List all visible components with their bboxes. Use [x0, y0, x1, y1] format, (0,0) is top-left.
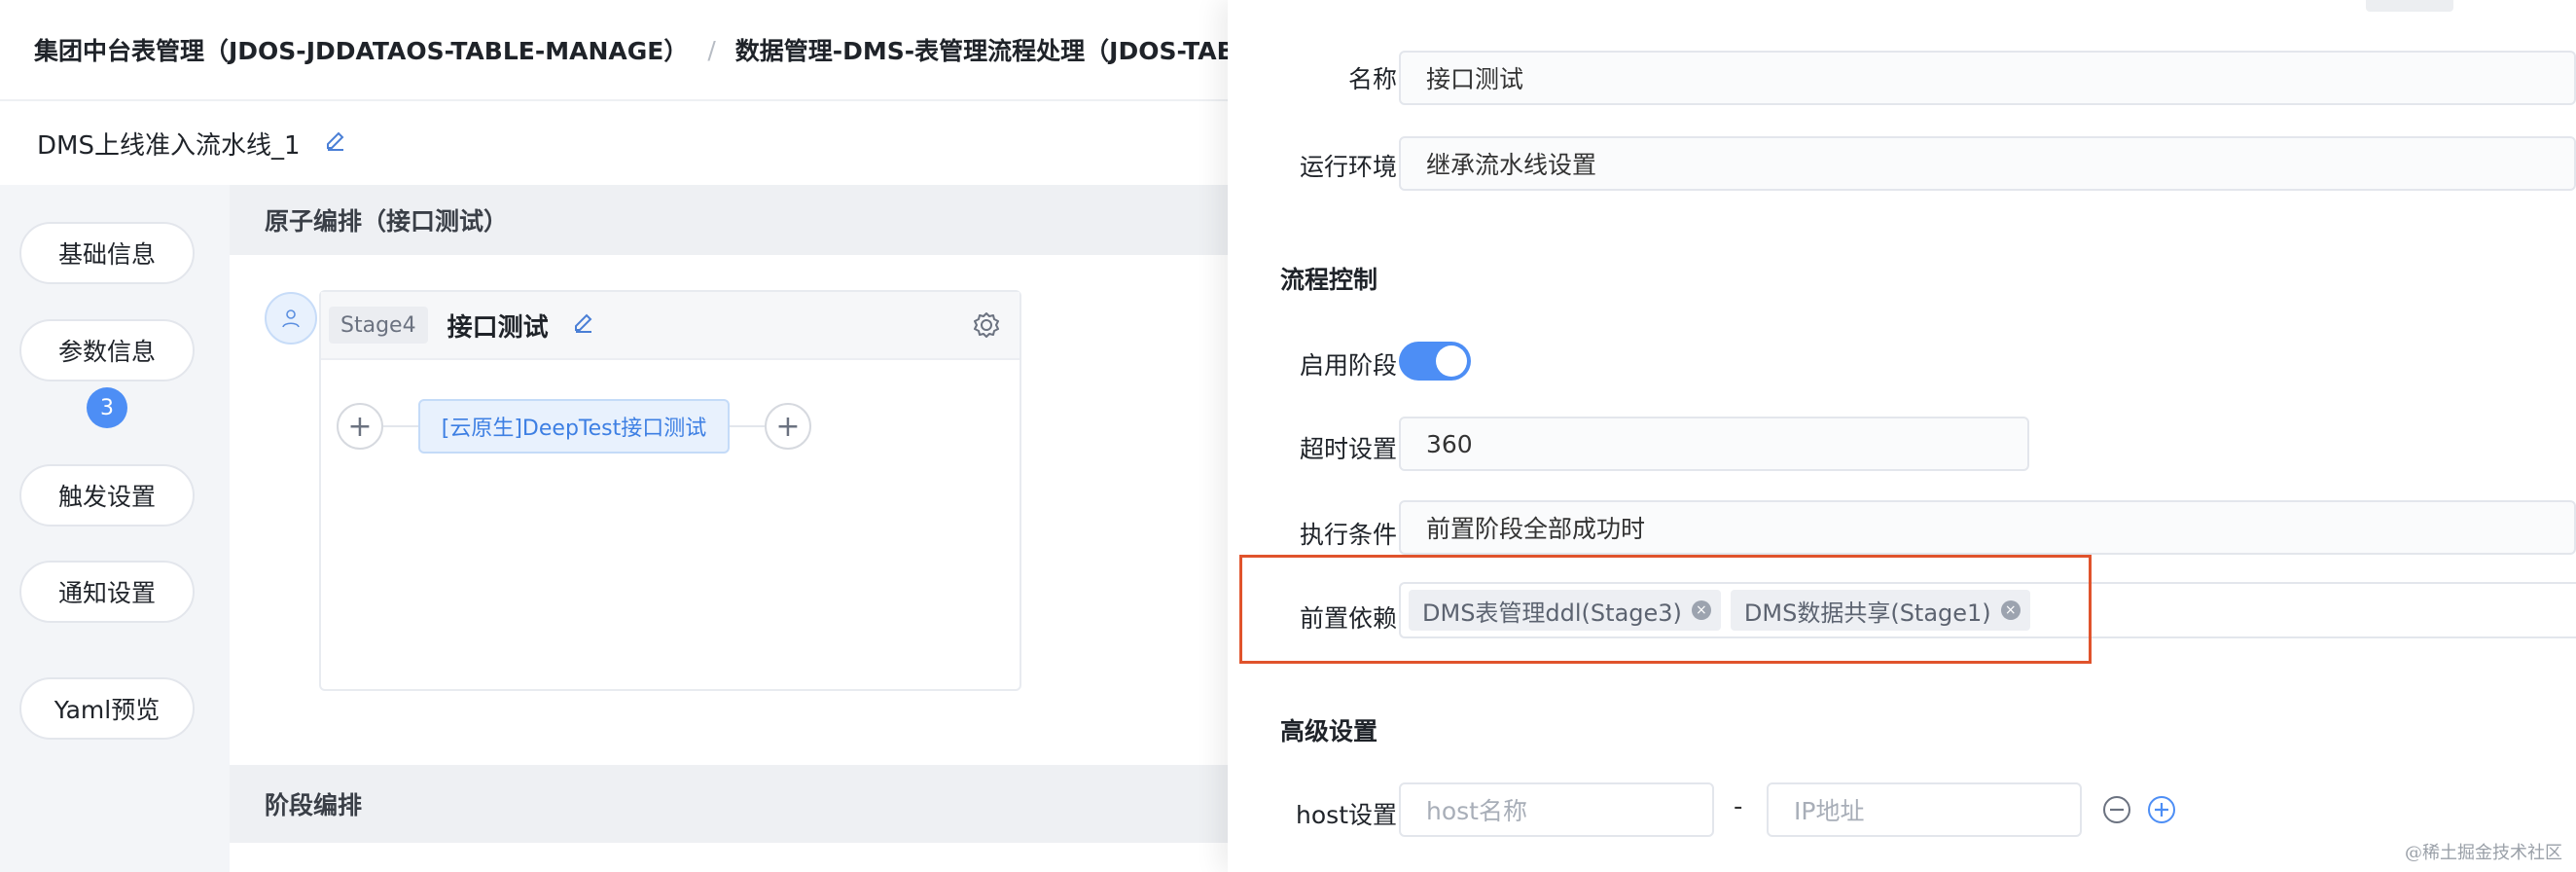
enable-stage-toggle[interactable] [1399, 342, 1471, 381]
plus-icon: + [775, 409, 801, 444]
breadcrumb-item-app[interactable]: 数据管理-DMS-表管理流程处理（JDOS-TABLE [735, 32, 1228, 67]
stage-card[interactable]: Stage4 接口测试 + [云原生]DeepTest接口测试 + [319, 290, 1021, 691]
atomic-section-title: 原子编排（接口测试） [230, 185, 1228, 255]
condition-select[interactable]: 前置阶段全部成功时 [1399, 500, 2576, 555]
condition-label: 执行条件 [1299, 521, 1397, 549]
dependency-highlight-box [1239, 555, 2092, 664]
name-input[interactable]: 接口测试 [1399, 51, 2576, 105]
add-task-before-button[interactable]: + [337, 403, 383, 450]
ip-address-input[interactable]: IP地址 [1767, 782, 2082, 837]
pipeline-title-bar: DMS上线准入流水线_1 [0, 101, 1228, 185]
nav-notify[interactable]: 通知设置 [19, 561, 195, 623]
name-label: 名称 [1347, 65, 1397, 93]
params-count-badge: 3 [87, 387, 127, 428]
breadcrumb: 集团中台表管理（JDOS-JDDATAOS-TABLE-MANAGE） / 数据… [0, 0, 1228, 101]
nav-basic-info[interactable]: 基础信息 [19, 222, 195, 284]
left-nav: 基础信息 参数信息 3 触发设置 通知设置 Yaml预览 [0, 185, 230, 872]
add-task-after-button[interactable]: + [765, 403, 811, 450]
main-canvas: 原子编排（接口测试） Stage4 接口测试 + [云原生]DeepTest接口… [230, 185, 1228, 872]
host-dash: - [1734, 792, 1743, 821]
nav-label: 触发设置 [57, 483, 156, 511]
stage-tag: Stage4 [329, 307, 428, 344]
advanced-title: 高级设置 [1280, 717, 1378, 745]
connector-line [730, 425, 765, 427]
breadcrumb-separator: / [707, 35, 716, 64]
edit-icon[interactable] [572, 310, 595, 340]
host-name-input[interactable]: host名称 [1399, 782, 1714, 837]
timeout-label: 超时设置 [1299, 435, 1397, 463]
env-select[interactable]: 继承流水线设置 [1399, 136, 2576, 191]
nav-label: 通知设置 [57, 579, 156, 607]
drawer-top-strip [2366, 0, 2453, 12]
timeout-input[interactable]: 360 [1399, 417, 2029, 471]
nav-label: Yaml预览 [54, 696, 161, 724]
watermark: @稀土掘金技术社区 [2405, 843, 2562, 863]
stage-name: 接口测试 [447, 312, 549, 343]
stage-section-title: 阶段编排 [230, 765, 1228, 843]
nav-label: 基础信息 [57, 240, 156, 269]
breadcrumb-item-group[interactable]: 集团中台表管理（JDOS-JDDATAOS-TABLE-MANAGE） [34, 32, 688, 67]
pipeline-title: DMS上线准入流水线_1 [37, 130, 301, 161]
flow-control-title: 流程控制 [1280, 266, 1378, 294]
nav-trigger[interactable]: 触发设置 [19, 464, 195, 527]
add-host-icon[interactable] [2146, 794, 2177, 825]
toggle-knob [1436, 345, 1467, 377]
task-chip-deeptest[interactable]: [云原生]DeepTest接口测试 [418, 399, 730, 454]
plus-icon: + [347, 409, 373, 444]
remove-host-icon[interactable] [2101, 794, 2132, 825]
nav-label: 参数信息 [57, 338, 156, 366]
user-icon [265, 292, 317, 345]
nav-yaml-preview[interactable]: Yaml预览 [19, 677, 195, 740]
host-label: host设置 [1296, 801, 1397, 829]
gear-icon[interactable] [971, 309, 1002, 341]
nav-params[interactable]: 参数信息 [19, 319, 195, 382]
env-label: 运行环境 [1299, 153, 1397, 181]
stage-settings-drawer: 名称 接口测试 运行环境 继承流水线设置 流程控制 启用阶段 超时设置 360 … [1228, 0, 2576, 872]
enable-stage-label: 启用阶段 [1299, 351, 1397, 380]
edit-icon[interactable] [324, 128, 347, 158]
stage-header: Stage4 接口测试 [321, 292, 1020, 360]
connector-line [383, 425, 418, 427]
